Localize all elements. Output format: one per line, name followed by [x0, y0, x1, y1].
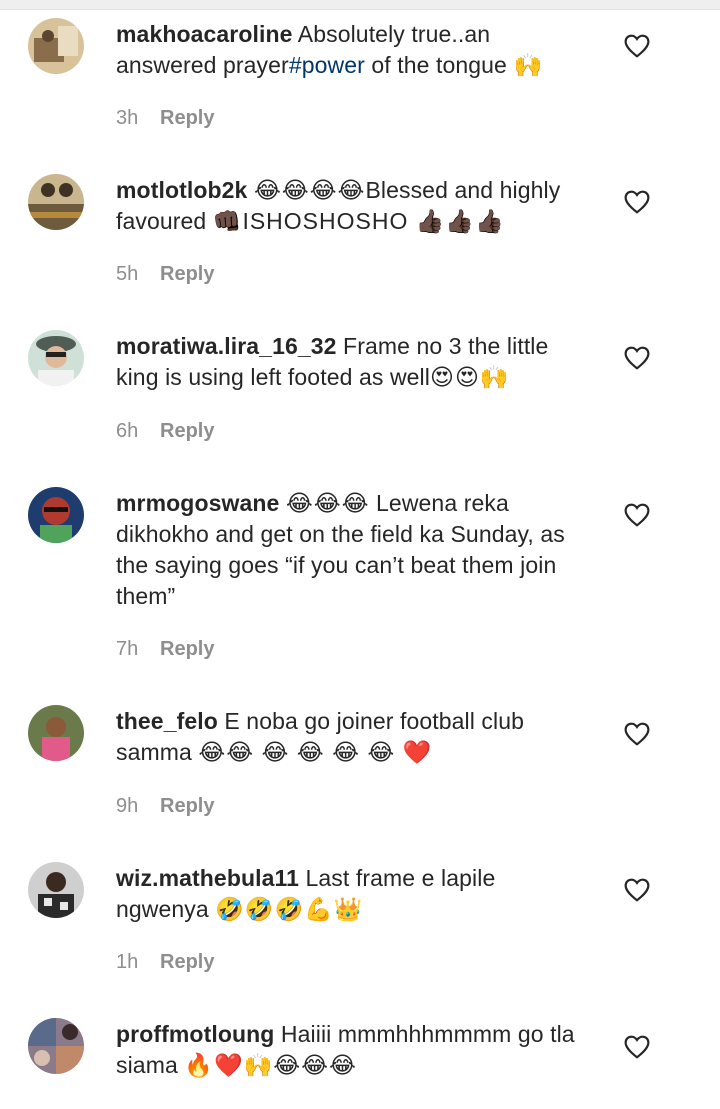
- like-heart-icon[interactable]: [624, 722, 650, 746]
- comment-meta: 7h Reply: [116, 638, 214, 661]
- comment-meta: 6h Reply: [116, 420, 214, 443]
- comment-time: 1h: [116, 951, 139, 973]
- comment-emoji: 🔥❤️🙌😂😂😂: [184, 1052, 357, 1078]
- comment-meta: 5h Reply: [116, 263, 214, 286]
- comment-time: 3h: [116, 107, 139, 129]
- comment-emoji: 👊🏿ISHOSHOSHO 👍🏿👍🏿👍🏿: [212, 208, 505, 234]
- avatar[interactable]: [28, 330, 84, 386]
- like-heart-icon[interactable]: [624, 346, 650, 370]
- comment-meta: 9h Reply: [116, 795, 214, 818]
- comment-username[interactable]: thee_felo: [116, 708, 218, 734]
- like-heart-icon[interactable]: [624, 878, 650, 902]
- avatar[interactable]: [28, 174, 84, 230]
- like-heart-icon[interactable]: [624, 503, 650, 527]
- comment-username[interactable]: mrmogoswane: [116, 490, 279, 516]
- comment-username[interactable]: moratiwa.lira_16_32: [116, 333, 337, 359]
- comment-text: proffmotloung Haiiii mmmhhhmmmm go tla s…: [116, 1019, 586, 1081]
- reply-button[interactable]: Reply: [160, 420, 214, 442]
- comment-text: thee_felo E noba go joiner football club…: [116, 706, 586, 768]
- like-heart-icon[interactable]: [624, 34, 650, 58]
- like-heart-icon[interactable]: [624, 190, 650, 214]
- avatar[interactable]: [28, 862, 84, 918]
- comment-username[interactable]: makhoacaroline: [116, 21, 293, 47]
- top-divider: [0, 0, 720, 10]
- comment-body-end: of the tongue: [364, 52, 514, 78]
- comment-text: moratiwa.lira_16_32 Frame no 3 the littl…: [116, 331, 586, 393]
- avatar[interactable]: [28, 18, 84, 74]
- comment-meta: 3h Reply: [116, 107, 214, 130]
- avatar[interactable]: [28, 1018, 84, 1074]
- comment-time: 6h: [116, 420, 139, 442]
- avatar[interactable]: [28, 705, 84, 761]
- avatar[interactable]: [28, 487, 84, 543]
- comment-emoji: 🤣🤣🤣💪👑: [215, 896, 364, 922]
- hashtag-link[interactable]: #power: [289, 52, 365, 78]
- comment-time: 9h: [116, 795, 139, 817]
- reply-button[interactable]: Reply: [160, 795, 214, 817]
- reply-button[interactable]: Reply: [160, 951, 214, 973]
- comment-emoji: 😍😍🙌: [429, 364, 510, 390]
- reply-button[interactable]: Reply: [160, 638, 214, 660]
- comment-emoji: 🙌: [513, 52, 544, 78]
- comment-text: motlotlob2k 😂😂😂😂Blessed and highly favou…: [116, 175, 586, 237]
- comment-time: 5h: [116, 263, 139, 285]
- comment-meta: 1h Reply: [116, 951, 214, 974]
- comment-username[interactable]: proffmotloung: [116, 1021, 274, 1047]
- comment-username[interactable]: wiz.mathebula11: [116, 865, 299, 891]
- comment-username[interactable]: motlotlob2k: [116, 177, 247, 203]
- comment-text: mrmogoswane 😂😂😂 Lewena reka dikhokho and…: [116, 488, 586, 612]
- reply-button[interactable]: Reply: [160, 107, 214, 129]
- comment-time: 7h: [116, 638, 139, 660]
- comment-emoji: 😂😂 😂 😂 😂 😂 ❤️: [198, 739, 433, 765]
- reply-button[interactable]: Reply: [160, 263, 214, 285]
- like-heart-icon[interactable]: [624, 1035, 650, 1059]
- comment-text: wiz.mathebula11 Last frame e lapile ngwe…: [116, 863, 586, 925]
- comment-text: makhoacaroline Absolutely true..an answe…: [116, 19, 586, 81]
- comment-emoji: 😂😂😂: [285, 490, 370, 516]
- comment-emoji: 😂😂😂😂: [253, 177, 366, 203]
